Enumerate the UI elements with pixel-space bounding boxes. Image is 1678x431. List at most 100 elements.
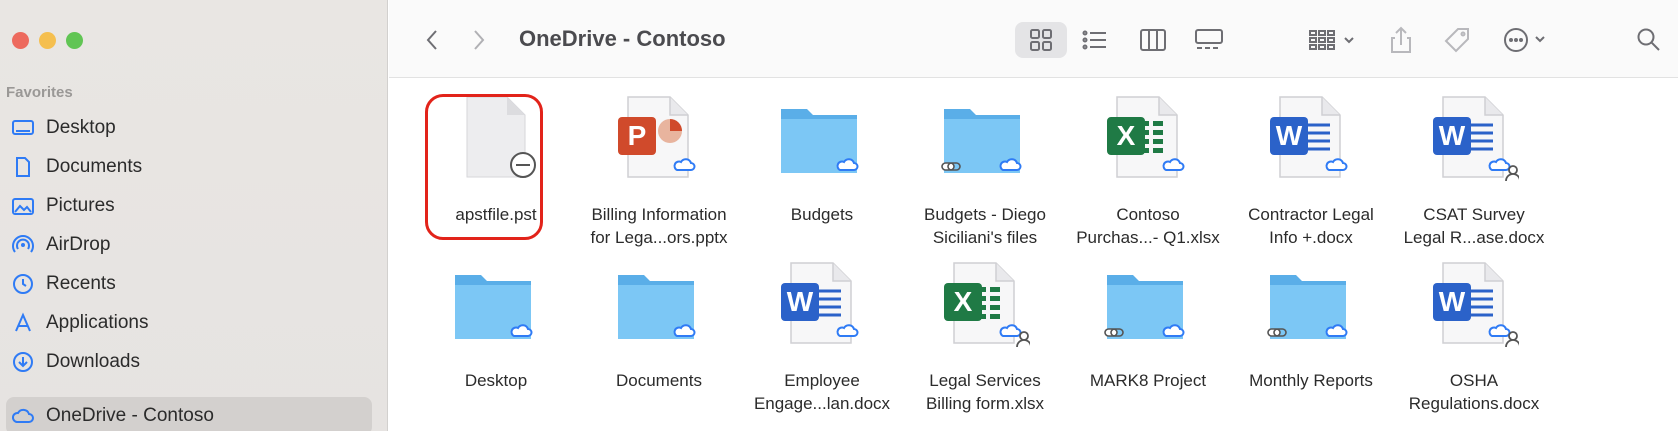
desktop-icon <box>10 115 36 141</box>
document-icon <box>10 154 36 180</box>
sidebar-item-label: Desktop <box>46 117 116 138</box>
file-name-label: Billing Information for Lega...ors.pptx <box>590 205 728 247</box>
svg-text:P: P <box>628 120 647 151</box>
file-item[interactable]: Documents <box>574 245 734 405</box>
svg-text:X: X <box>954 286 973 317</box>
folder-icon <box>1266 259 1356 349</box>
file-name-label: Monthly Reports <box>1249 371 1373 390</box>
svg-text:W: W <box>1439 286 1466 317</box>
file-item[interactable]: W OSHA Regulations.docx <box>1389 245 1549 413</box>
pictures-icon <box>10 193 36 219</box>
sidebar-item-label: Recents <box>46 273 116 294</box>
file-name-label: Documents <box>616 371 702 390</box>
sidebar-item-label: Downloads <box>46 351 140 372</box>
sidebar-item-label: Applications <box>46 312 149 333</box>
sidebar-item-applications[interactable]: Applications <box>6 304 372 342</box>
chevron-left-icon <box>426 30 437 50</box>
sidebar: Favorites Desktop Documents Pictures Air… <box>0 0 388 431</box>
sidebar-item-downloads[interactable]: Downloads <box>6 343 372 381</box>
file-name-label: apstfile.pst <box>455 205 537 224</box>
sidebar-item-documents[interactable]: Documents <box>6 148 372 186</box>
file-name-label: Budgets <box>790 205 854 224</box>
file-item[interactable]: Monthly Reports <box>1226 245 1386 405</box>
favorites-section-label: Favorites <box>6 84 73 101</box>
folder-icon <box>451 259 541 349</box>
file-name-label: OSHA Regulations.docx <box>1408 371 1540 413</box>
list-icon <box>1082 30 1106 50</box>
file-item[interactable]: W CSAT Survey Legal R...ase.docx <box>1389 79 1549 247</box>
file-item[interactable]: W Employee Engage...lan.docx <box>737 245 897 413</box>
list-view-button[interactable] <box>1075 22 1115 58</box>
excel-spreadsheet-icon: X <box>940 259 1032 349</box>
sidebar-item-label: Pictures <box>46 195 115 216</box>
word-document-icon: W <box>1429 259 1521 349</box>
file-item[interactable]: X Legal Services Billing form.xlsx <box>900 245 1060 413</box>
sidebar-item-label: AirDrop <box>46 234 111 255</box>
chevron-right-icon <box>474 30 485 50</box>
zoom-window-button[interactable] <box>66 32 83 49</box>
file-name-label: CSAT Survey Legal R...ase.docx <box>1403 205 1545 247</box>
group-by-button[interactable] <box>1304 22 1364 58</box>
tag-icon <box>1444 28 1469 53</box>
file-item[interactable]: P Billing Information for Lega...ors.pptx <box>574 79 734 247</box>
window-controls <box>12 32 83 49</box>
window-title: OneDrive - Contoso <box>519 26 726 51</box>
gallery-view-button[interactable] <box>1189 22 1229 58</box>
file-name-label: Employee Engage...lan.docx <box>753 371 891 413</box>
group-icon <box>1309 30 1354 50</box>
more-actions-button[interactable] <box>1499 22 1557 58</box>
sidebar-item-airdrop[interactable]: AirDrop <box>6 226 372 264</box>
word-document-icon: W <box>777 259 867 349</box>
file-name-label: MARK8 Project <box>1089 371 1207 390</box>
grid-icon <box>1030 29 1052 51</box>
sidebar-item-pictures[interactable]: Pictures <box>6 187 372 225</box>
share-icon <box>1391 26 1411 53</box>
file-item[interactable]: W Contractor Legal Info +.docx <box>1226 79 1386 247</box>
svg-text:X: X <box>1117 120 1136 151</box>
more-icon <box>1504 28 1545 52</box>
minimize-window-button[interactable] <box>39 32 56 49</box>
file-icon <box>451 93 541 183</box>
clock-icon <box>10 271 36 297</box>
toolbar: OneDrive - Contoso <box>389 0 1678 78</box>
sidebar-item-label: OneDrive - Contoso <box>46 405 214 426</box>
cloud-icon <box>10 403 36 429</box>
icon-view-button[interactable] <box>1015 22 1067 58</box>
svg-text:W: W <box>1439 120 1466 151</box>
sidebar-item-onedrive[interactable]: OneDrive - Contoso <box>6 397 372 431</box>
sidebar-item-desktop[interactable]: Desktop <box>6 109 372 147</box>
share-button[interactable] <box>1384 22 1418 58</box>
svg-text:W: W <box>1276 120 1303 151</box>
file-item[interactable]: Desktop <box>411 245 571 405</box>
search-button[interactable] <box>1631 22 1667 58</box>
folder-icon <box>614 259 704 349</box>
file-item[interactable]: MARK8 Project <box>1063 245 1223 405</box>
powerpoint-document-icon: P <box>614 93 704 183</box>
file-item[interactable]: Budgets - Diego Siciliani's files <box>900 79 1060 247</box>
back-button[interactable] <box>417 22 447 58</box>
sidebar-item-label: Documents <box>46 156 143 177</box>
file-name-label: Legal Services Billing form.xlsx <box>925 371 1045 413</box>
file-item[interactable]: Budgets <box>737 79 897 239</box>
excel-spreadsheet-icon: X <box>1103 93 1193 183</box>
word-document-icon: W <box>1429 93 1521 183</box>
tag-button[interactable] <box>1439 22 1475 58</box>
gallery-icon <box>1195 29 1223 49</box>
folder-icon <box>940 93 1030 183</box>
search-icon <box>1637 28 1660 51</box>
file-grid: apstfile.pst P Billing Information for Leg… <box>389 79 1678 431</box>
folder-icon <box>1103 259 1193 349</box>
forward-button[interactable] <box>464 22 494 58</box>
download-icon <box>10 349 36 375</box>
file-item[interactable]: X Contoso Purchas...- Q1.xlsx <box>1063 79 1223 247</box>
column-view-button[interactable] <box>1133 22 1173 58</box>
airdrop-icon <box>10 232 36 258</box>
file-name-label: Desktop <box>464 371 528 390</box>
close-window-button[interactable] <box>12 32 29 49</box>
file-name-label: Contoso Purchas...- Q1.xlsx <box>1076 205 1220 247</box>
sidebar-item-recents[interactable]: Recents <box>6 265 372 303</box>
columns-icon <box>1140 29 1166 51</box>
file-name-label: Budgets - Diego Siciliani's files <box>924 205 1046 247</box>
file-item[interactable]: apstfile.pst <box>411 79 571 239</box>
folder-icon <box>777 93 867 183</box>
